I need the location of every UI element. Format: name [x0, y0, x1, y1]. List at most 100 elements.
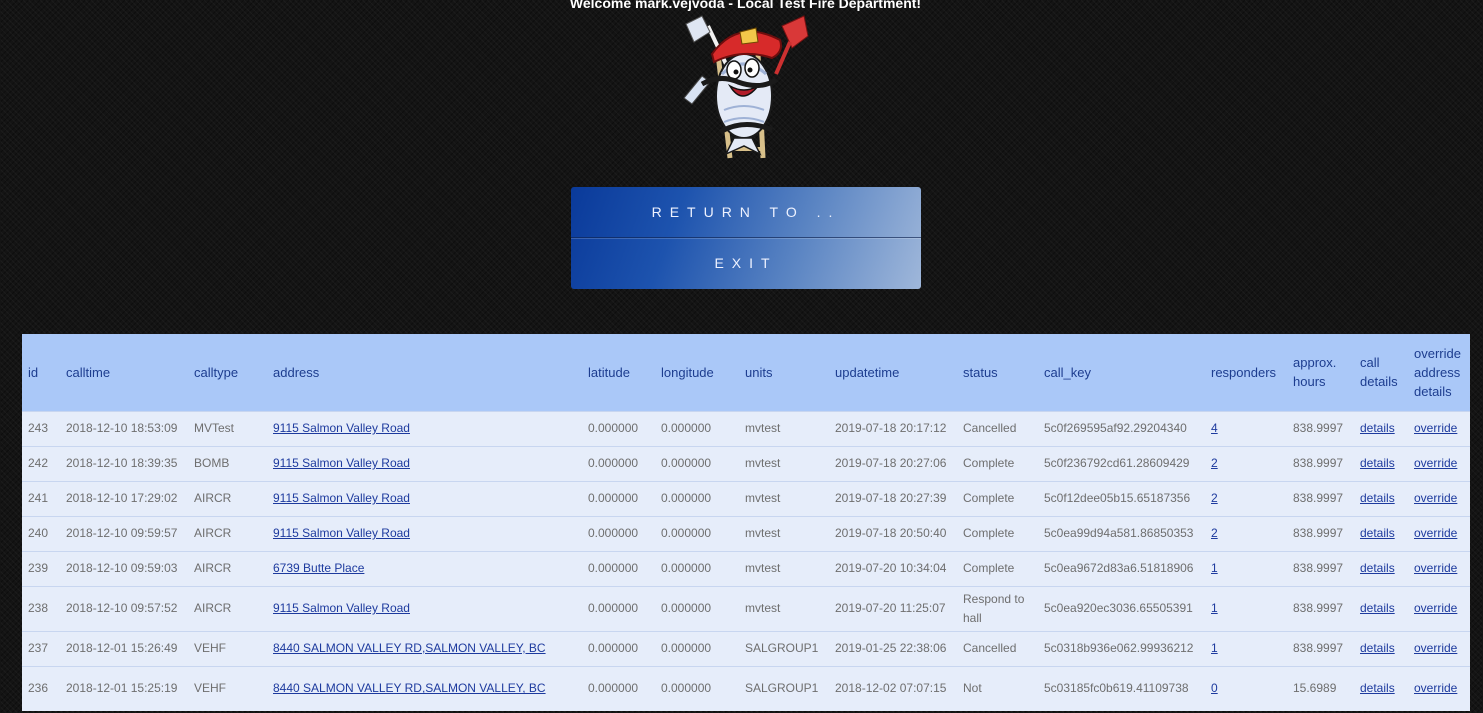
address-link[interactable]: 8440 SALMON VALLEY RD,SALMON VALLEY, BC — [273, 641, 546, 655]
override-link[interactable]: override — [1414, 526, 1457, 540]
cell-units: SALGROUP1 — [745, 681, 819, 696]
cell-override: override — [1408, 411, 1470, 446]
cell-id: 236 — [28, 681, 49, 696]
cell-id: 237 — [28, 641, 49, 655]
cell-longitude: 0.000000 — [661, 491, 712, 505]
callout-table-container: id calltime calltype address latitude lo… — [22, 334, 1470, 711]
table-row: 241 2018-12-10 17:29:02 AIRCR 9115 Salmo… — [22, 481, 1470, 516]
cell-address: 8440 SALMON VALLEY RD,SALMON VALLEY, BC — [267, 666, 582, 711]
table-row: 236 2018-12-01 15:25:19 VEHF 8440 SALMON… — [22, 666, 1470, 711]
details-link[interactable]: details — [1360, 561, 1395, 575]
cell-longitude: 0.000000 — [661, 681, 712, 696]
cell-address: 8440 SALMON VALLEY RD,SALMON VALLEY, BC — [267, 631, 582, 666]
cell-status: Complete — [963, 491, 1015, 505]
details-link[interactable]: details — [1360, 421, 1395, 435]
column-header-override: override address details — [1414, 345, 1461, 399]
cell-id: 241 — [28, 491, 49, 505]
cell-call-key: 5c0f12dee05b15.65187356 — [1044, 491, 1191, 505]
address-link[interactable]: 9115 Salmon Valley Road — [273, 601, 410, 615]
cell-id: 238 — [28, 601, 49, 615]
address-link[interactable]: 9115 Salmon Valley Road — [273, 456, 410, 470]
table-row: 243 2018-12-10 18:53:09 MVTest 9115 Salm… — [22, 411, 1470, 446]
cell-id: 240 — [28, 526, 49, 540]
cell-override: override — [1408, 551, 1470, 586]
override-link[interactable]: override — [1414, 456, 1457, 470]
cell-calltime: 2018-12-01 15:26:49 — [66, 641, 178, 655]
address-link[interactable]: 9115 Salmon Valley Road — [273, 421, 410, 435]
address-link[interactable]: 9115 Salmon Valley Road — [273, 526, 410, 540]
cell-override: override — [1408, 631, 1470, 666]
override-link[interactable]: override — [1414, 601, 1457, 615]
cell-address: 9115 Salmon Valley Road — [267, 411, 582, 446]
cell-address: 9115 Salmon Valley Road — [267, 586, 582, 631]
cell-latitude: 0.000000 — [588, 641, 639, 655]
cell-calltime: 2018-12-10 09:59:57 — [66, 526, 178, 540]
details-link[interactable]: details — [1360, 601, 1395, 615]
cell-id: 242 — [28, 456, 49, 470]
address-link[interactable]: 9115 Salmon Valley Road — [273, 491, 410, 505]
address-link[interactable]: 8440 SALMON VALLEY RD,SALMON VALLEY, BC — [273, 681, 546, 695]
cell-updatetime: 2019-01-25 22:38:06 — [835, 641, 947, 655]
responders-link[interactable]: 1 — [1211, 601, 1218, 615]
cell-status: Complete — [963, 561, 1015, 575]
cell-units: mvtest — [745, 421, 781, 435]
address-link[interactable]: 6739 Butte Place — [273, 561, 364, 575]
cell-id: 239 — [28, 561, 49, 575]
table-header-row: id calltime calltype address latitude lo… — [22, 334, 1470, 411]
override-link[interactable]: override — [1414, 561, 1457, 575]
cell-details: details — [1354, 411, 1408, 446]
cell-calltime: 2018-12-10 18:53:09 — [66, 421, 178, 435]
cell-address: 6739 Butte Place — [267, 551, 582, 586]
cell-responders: 2 — [1205, 481, 1287, 516]
cell-calltime: 2018-12-10 09:57:52 — [66, 601, 178, 615]
cell-longitude: 0.000000 — [661, 526, 712, 540]
responders-link[interactable]: 0 — [1211, 681, 1218, 695]
details-link[interactable]: details — [1360, 681, 1395, 695]
cell-call-key: 5c0ea9672d83a6.51818906 — [1044, 561, 1194, 575]
details-link[interactable]: details — [1360, 641, 1395, 655]
cell-status: Complete — [963, 456, 1015, 470]
override-link[interactable]: override — [1414, 491, 1457, 505]
exit-button[interactable]: EXIT — [571, 237, 921, 288]
override-link[interactable]: override — [1414, 641, 1457, 655]
welcome-message: Welcome mark.vejvoda - Local Test Fire D… — [569, 0, 922, 11]
cell-latitude: 0.000000 — [588, 456, 639, 470]
details-link[interactable]: details — [1360, 526, 1395, 540]
responders-link[interactable]: 2 — [1211, 456, 1218, 470]
responders-link[interactable]: 2 — [1211, 526, 1218, 540]
table-row: 238 2018-12-10 09:57:52 AIRCR 9115 Salmo… — [22, 586, 1470, 631]
cell-units: mvtest — [745, 526, 781, 540]
department-logo-icon — [680, 14, 812, 160]
return-button[interactable]: RETURN TO .. — [571, 187, 921, 237]
cell-address: 9115 Salmon Valley Road — [267, 446, 582, 481]
override-link[interactable]: override — [1414, 681, 1457, 695]
cell-calltime: 2018-12-10 18:39:35 — [66, 456, 178, 470]
cell-address: 9115 Salmon Valley Road — [267, 516, 582, 551]
cell-responders: 1 — [1205, 631, 1287, 666]
cell-details: details — [1354, 586, 1408, 631]
responders-link[interactable]: 4 — [1211, 421, 1218, 435]
cell-hours: 838.9997 — [1293, 421, 1344, 435]
cell-responders: 0 — [1205, 666, 1287, 711]
cell-latitude: 0.000000 — [588, 421, 639, 435]
override-link[interactable]: override — [1414, 421, 1457, 435]
cell-details: details — [1354, 551, 1408, 586]
details-link[interactable]: details — [1360, 491, 1395, 505]
cell-call-key: 5c0ea920ec3036.65505391 — [1044, 601, 1193, 615]
cell-latitude: 0.000000 — [588, 561, 639, 575]
cell-call-key: 5c0f236792cd61.28609429 — [1044, 456, 1190, 470]
responders-link[interactable]: 2 — [1211, 491, 1218, 505]
table-row: 237 2018-12-01 15:26:49 VEHF 8440 SALMON… — [22, 631, 1470, 666]
responders-link[interactable]: 1 — [1211, 641, 1218, 655]
cell-details: details — [1354, 516, 1408, 551]
responders-link[interactable]: 1 — [1211, 561, 1218, 575]
cell-status: Respond to hall — [963, 591, 1025, 625]
cell-override: override — [1408, 666, 1470, 711]
cell-calltype: VEHF — [194, 641, 227, 655]
cell-details: details — [1354, 631, 1408, 666]
cell-latitude: 0.000000 — [588, 601, 639, 615]
details-link[interactable]: details — [1360, 456, 1395, 470]
cell-units: mvtest — [745, 456, 781, 470]
cell-calltype: BOMB — [194, 456, 230, 470]
table-row: 242 2018-12-10 18:39:35 BOMB 9115 Salmon… — [22, 446, 1470, 481]
